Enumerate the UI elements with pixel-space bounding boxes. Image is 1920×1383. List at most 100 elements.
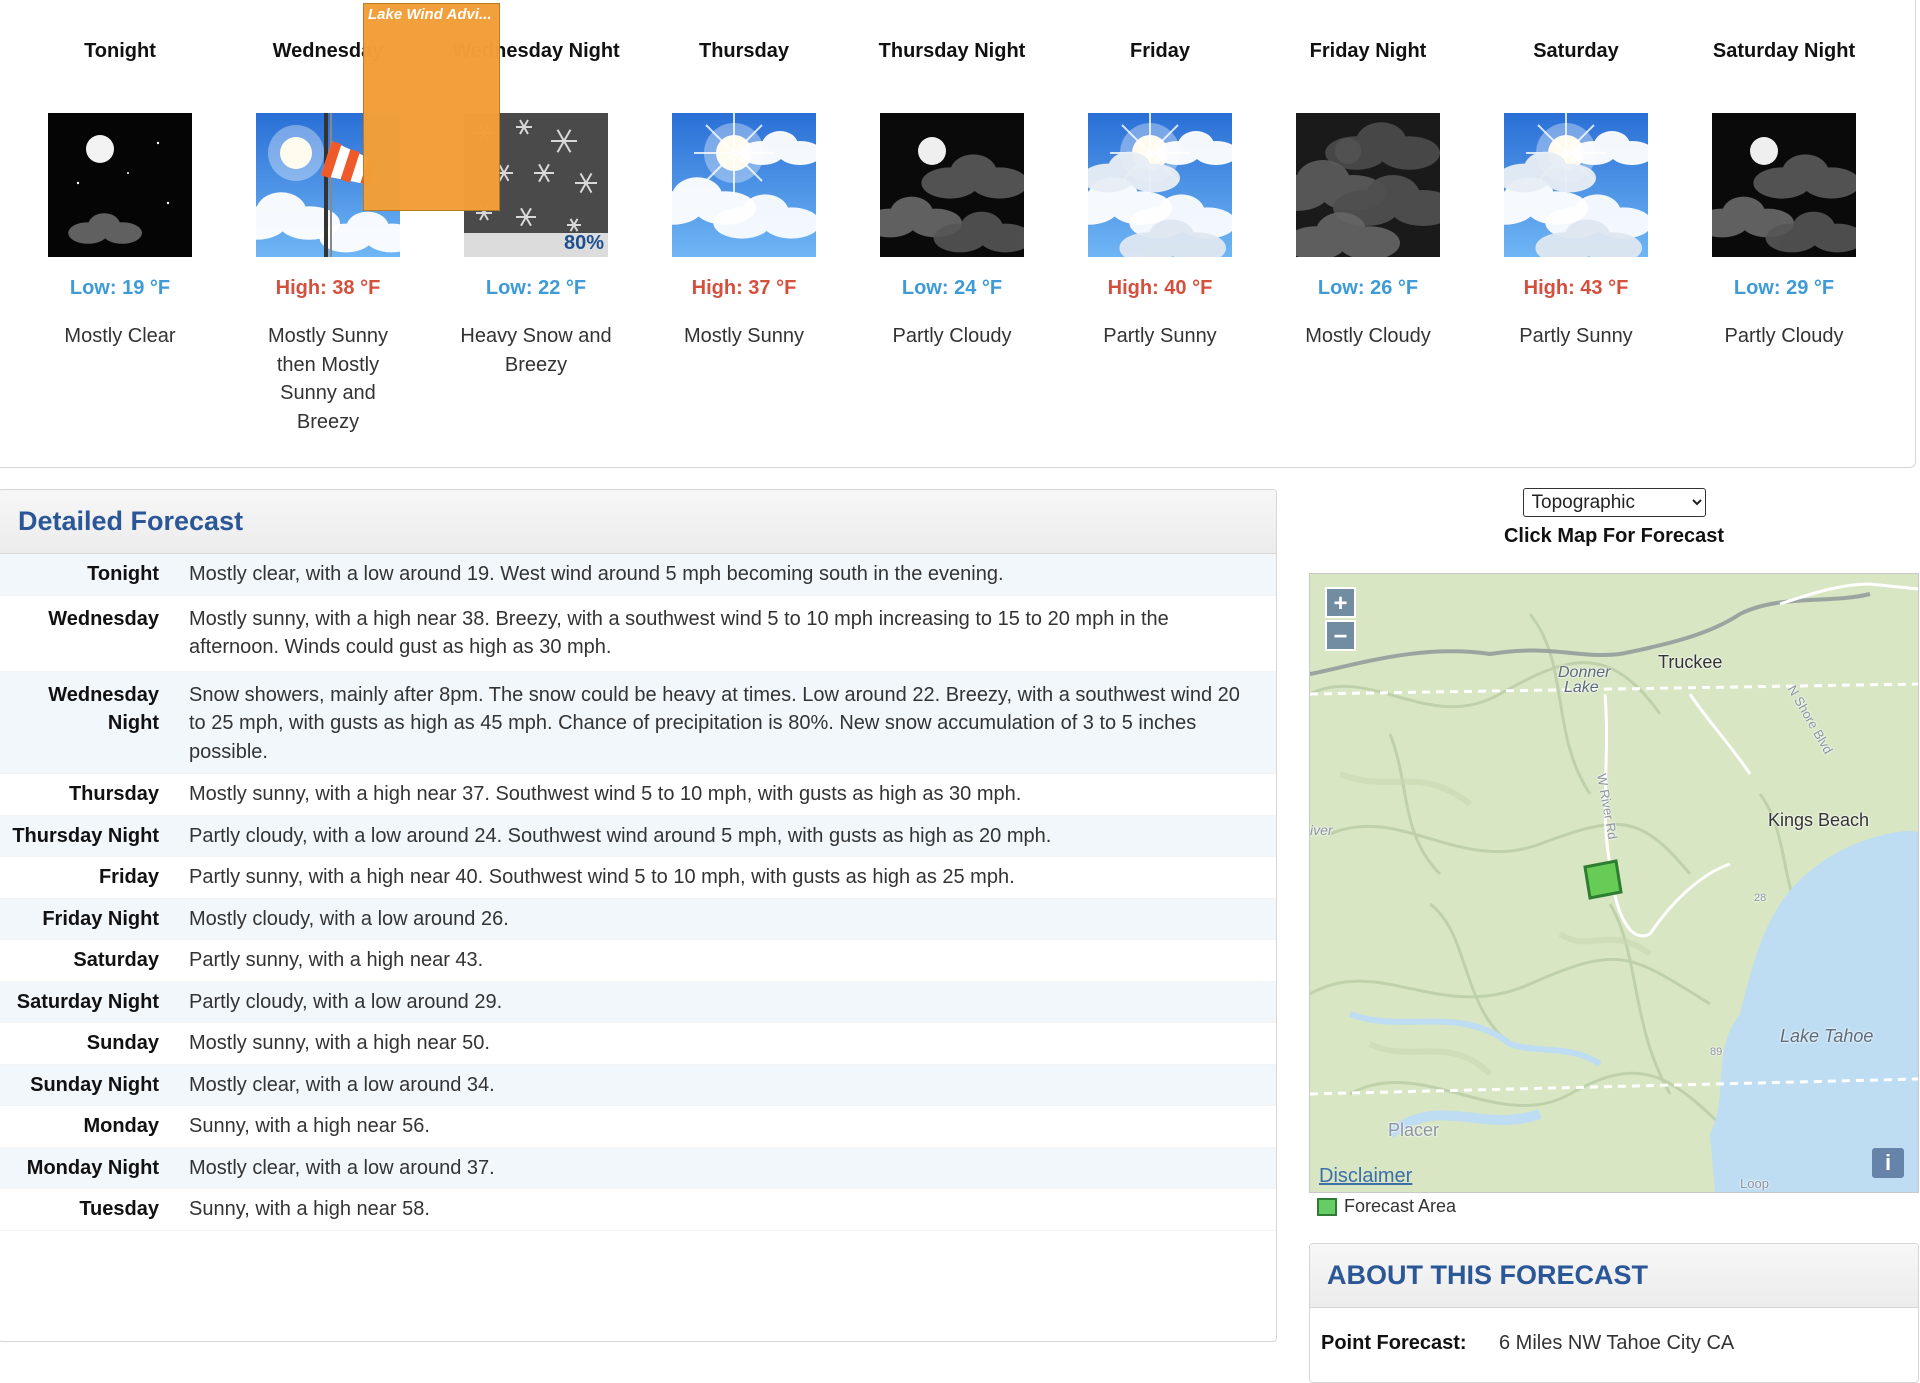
detailed-row-text: Partly sunny, with a high near 40. South… [189, 866, 1015, 888]
night-partly-cloudy-icon[interactable] [880, 113, 1024, 257]
detailed-row-label: Sunday [86, 1032, 159, 1054]
basemap-select[interactable]: Topographic [1522, 488, 1706, 517]
about-forecast-title: ABOUT THIS FORECAST [1327, 1260, 1648, 1290]
detailed-row-text: Mostly clear, with a low around 37. [189, 1156, 495, 1179]
detailed-row-text: Partly sunny, with a high near 43. [189, 949, 484, 971]
forecast-period[interactable]: Thursday Night Low: 24 °F Partly Cloudy [857, 0, 1047, 351]
period-temperature: High: 38 °F [275, 277, 381, 299]
map-label-loop: Loop [1740, 1176, 1769, 1191]
forecast-period[interactable]: Friday High: 40 °F Partly Sunny [1065, 0, 1255, 351]
forecast-map[interactable]: + − Truckee Donner Lake Kings Beach Lake… [1309, 573, 1919, 1193]
detailed-forecast-row: Thursday Mostly sunny, with a high near … [0, 774, 1276, 816]
map-info-button[interactable]: i [1872, 1148, 1904, 1178]
forecast-period[interactable]: Saturday High: 43 °F Partly Sunny [1481, 0, 1671, 351]
map-disclaimer-link[interactable]: Disclaimer [1319, 1165, 1412, 1188]
detailed-forecast-row: Thursday Night Partly cloudy, with a low… [0, 815, 1276, 857]
period-short-description: Heavy Snow and Breezy [460, 325, 612, 376]
detailed-row-text: Partly cloudy, with a low around 29. [189, 990, 503, 1013]
zoom-out-button[interactable]: − [1325, 620, 1356, 651]
partly-sunny-icon[interactable] [1088, 113, 1232, 257]
map-label-route-89: 89 [1710, 1046, 1723, 1058]
period-name: Thursday Night [878, 40, 1026, 62]
detailed-forecast-list: Tonight Mostly clear, with a low around … [0, 554, 1276, 1231]
period-temperature: Low: 29 °F [1733, 277, 1835, 299]
detailed-row-text: Sunny, with a high near 58. [189, 1198, 430, 1220]
detailed-row-text: Mostly clear, with a low around 34. [189, 1073, 495, 1096]
period-name: Friday [1129, 40, 1191, 62]
night-clear-icon[interactable] [48, 113, 192, 257]
point-forecast-value: 6 Miles NW Tahoe City CA [1499, 1332, 1735, 1354]
forecast-period[interactable]: Tonight Low: 19 °F Mostly Clear [25, 0, 215, 351]
detailed-forecast-header: Detailed Forecast [0, 490, 1276, 554]
map-hint: Click Map For Forecast [1503, 525, 1725, 547]
forecast-period[interactable]: Saturday Night Low: 29 °F Partly Cloudy [1689, 0, 1879, 351]
detailed-row-label: Saturday [73, 949, 159, 971]
map-label-donner-lake: Lake [1564, 679, 1599, 696]
hazard-label[interactable]: Lake Wind Advi... [364, 4, 499, 25]
period-short-description: Mostly Clear [64, 325, 176, 347]
map-controls: Topographic Click Map For Forecast [1309, 488, 1919, 548]
detailed-row-label: Thursday [68, 783, 159, 805]
forecast-period[interactable]: Friday Night Low: 26 °F Mostly Cloudy [1273, 0, 1463, 351]
period-name: Thursday [698, 40, 790, 62]
detailed-row-label: Tuesday [79, 1198, 159, 1220]
period-temperature: Low: 22 °F [485, 277, 587, 299]
period-short-description: Partly Sunny [1519, 325, 1633, 347]
period-temperature: Low: 24 °F [901, 277, 1003, 299]
detailed-forecast-row: Monday Sunny, with a high near 56. [0, 1106, 1276, 1148]
detailed-forecast-row: Saturday Partly sunny, with a high near … [0, 940, 1276, 982]
detailed-forecast-row: Tonight Mostly clear, with a low around … [0, 554, 1276, 596]
detailed-row-text: Mostly clear, with a low around 19. West… [189, 563, 1004, 585]
detailed-forecast-row: Tuesday Sunny, with a high near 58. [0, 1189, 1276, 1231]
map-label-placer: Placer [1388, 1120, 1440, 1140]
detailed-row-label: Monday [83, 1115, 159, 1137]
detailed-forecast-title: Detailed Forecast [18, 506, 244, 536]
precip-chance: 80% [563, 232, 604, 254]
detailed-forecast-row: Sunday Mostly sunny, with a high near 50… [0, 1023, 1276, 1065]
forecast-period[interactable]: Thursday High: 37 °F Mostly Sunny [649, 0, 839, 351]
period-temperature: Low: 19 °F [69, 277, 171, 299]
detailed-forecast-row: Friday Partly sunny, with a high near 40… [0, 857, 1276, 899]
seven-day-forecast: Lake Wind Advi... Tonight Low: 19 °F Mos… [0, 0, 1916, 468]
detailed-forecast-panel: Detailed Forecast Tonight Mostly clear, … [0, 489, 1277, 1342]
period-temperature: High: 40 °F [1107, 277, 1213, 299]
detailed-row-label: Monday Night [26, 1156, 159, 1179]
detailed-forecast-row: Saturday Night Partly cloudy, with a low… [0, 981, 1276, 1023]
detailed-row-label: Tonight [87, 563, 159, 585]
zoom-in-button[interactable]: + [1325, 587, 1356, 618]
detailed-row-label: Friday Night [42, 907, 159, 930]
period-name: Saturday [1533, 40, 1619, 62]
period-short-description: Partly Cloudy [892, 325, 1012, 347]
period-short-description: Partly Sunny [1103, 325, 1217, 347]
detailed-forecast-row: Monday Night Mostly clear, with a low ar… [0, 1147, 1276, 1189]
partly-sunny-icon[interactable] [1504, 113, 1648, 257]
point-forecast-label: Point Forecast: [1321, 1332, 1467, 1354]
forecast-area-swatch-icon [1317, 1197, 1337, 1216]
night-partly-cloudy-icon[interactable] [1712, 113, 1856, 257]
detailed-row-text: Mostly sunny, with a high near 50. [189, 1032, 490, 1054]
night-mostly-cloudy-icon[interactable] [1296, 113, 1440, 257]
detailed-row-label: Sunday Night [30, 1073, 159, 1096]
detailed-row-text: Mostly sunny, with a high near 38. Breez… [189, 607, 1169, 659]
detailed-row-text: Partly cloudy, with a low around 24. Sou… [189, 824, 1052, 847]
detailed-row-label: Thursday Night [12, 824, 159, 847]
detailed-row-text: Sunny, with a high near 56. [189, 1115, 430, 1137]
detailed-row-label: Wednesday [48, 607, 159, 630]
map-label-kings-beach: Kings Beach [1768, 810, 1870, 830]
detailed-forecast-row: Wednesday Mostly sunny, with a high near… [0, 596, 1276, 672]
period-short-description: Mostly Sunny [683, 325, 805, 347]
map-label-route-28: 28 [1754, 892, 1767, 904]
period-temperature: High: 43 °F [1523, 277, 1629, 299]
detailed-forecast-row: Wednesday Night Snow showers, mainly aft… [0, 671, 1276, 774]
about-forecast-header: ABOUT THIS FORECAST [1310, 1244, 1918, 1308]
detailed-row-label: Saturday Night [16, 990, 159, 1013]
sunny-clouds-icon[interactable] [672, 113, 816, 257]
map-label-truckee: Truckee [1658, 652, 1723, 672]
hazard-banner[interactable]: Lake Wind Advi... [363, 3, 500, 211]
forecast-area-polygon[interactable] [1583, 859, 1623, 900]
detailed-row-label: Wednesday Night [48, 683, 159, 735]
detailed-row-text: Snow showers, mainly after 8pm. The snow… [189, 683, 1240, 763]
map-label-lake-tahoe: Lake Tahoe [1780, 1026, 1874, 1046]
map-legend-label: Forecast Area [1344, 1196, 1457, 1216]
map-label-river: iver [1310, 822, 1333, 838]
